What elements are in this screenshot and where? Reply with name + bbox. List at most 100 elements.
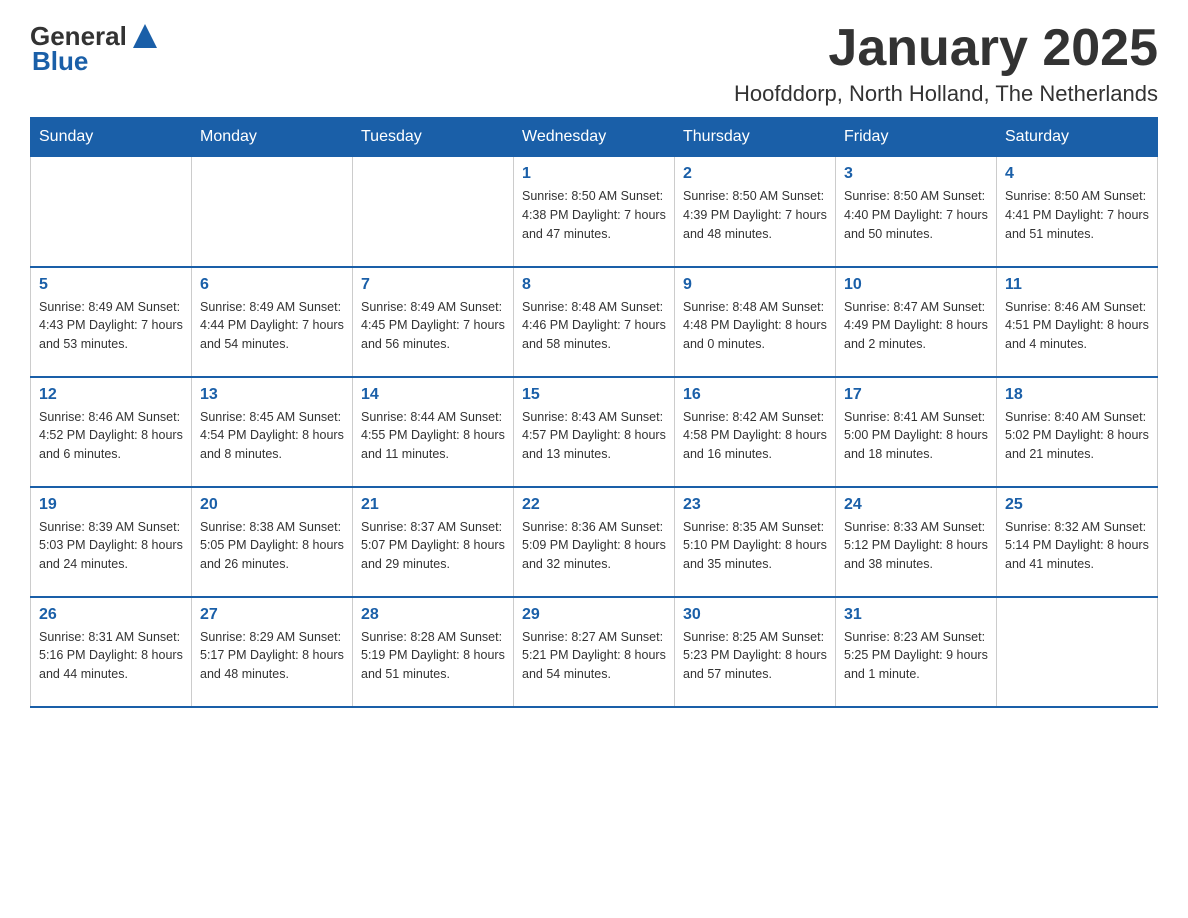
calendar-cell: 1Sunrise: 8:50 AM Sunset: 4:38 PM Daylig…	[514, 157, 675, 267]
day-info: Sunrise: 8:48 AM Sunset: 4:46 PM Dayligh…	[522, 298, 666, 354]
day-number: 10	[844, 276, 988, 294]
calendar-cell: 3 Sunrise: 8:50 AM Sunset: 4:40 PM Daylig…	[836, 157, 997, 267]
calendar-cell: 18Sunrise: 8:40 AM Sunset: 5:02 PM Dayli…	[997, 377, 1158, 487]
calendar-cell: 15Sunrise: 8:43 AM Sunset: 4:57 PM Dayli…	[514, 377, 675, 487]
day-number: 3	[844, 165, 988, 183]
day-info: Sunrise: 8:49 AM Sunset: 4:44 PM Dayligh…	[200, 298, 344, 354]
calendar-cell: 2 Sunrise: 8:50 AM Sunset: 4:39 PM Daylig…	[675, 157, 836, 267]
calendar-cell: 26 Sunrise: 8:31 AM Sunset: 5:16 PM Dayli…	[31, 597, 192, 707]
calendar-cell: 5Sunrise: 8:49 AM Sunset: 4:43 PM Daylig…	[31, 267, 192, 377]
day-info: Sunrise: 8:33 AM Sunset: 5:12 PM Dayligh…	[844, 518, 988, 574]
calendar-cell: 10Sunrise: 8:47 AM Sunset: 4:49 PM Dayli…	[836, 267, 997, 377]
logo: General Blue	[30, 20, 163, 77]
day-number: 13	[200, 386, 344, 404]
day-info: Sunrise: 8:29 AM Sunset: 5:17 PM Dayligh…	[200, 628, 344, 684]
title-section: January 2025 Hoofddorp, North Holland, T…	[734, 20, 1158, 107]
day-info: Sunrise: 8:37 AM Sunset: 5:07 PM Dayligh…	[361, 518, 505, 574]
calendar-cell: 17 Sunrise: 8:41 AM Sunset: 5:00 PM Dayli…	[836, 377, 997, 487]
calendar-cell: 20 Sunrise: 8:38 AM Sunset: 5:05 PM Dayli…	[192, 487, 353, 597]
day-info: Sunrise: 8:50 AM Sunset: 4:39 PM Dayligh…	[683, 187, 827, 243]
day-number: 25	[1005, 496, 1149, 514]
day-number: 8	[522, 276, 666, 294]
day-info: Sunrise: 8:46 AM Sunset: 4:52 PM Dayligh…	[39, 408, 183, 464]
calendar-cell	[997, 597, 1158, 707]
month-title: January 2025	[734, 20, 1158, 77]
calendar-week-row: 12 Sunrise: 8:46 AM Sunset: 4:52 PM Dayli…	[31, 377, 1158, 487]
day-number: 26	[39, 606, 183, 624]
calendar-cell: 23 Sunrise: 8:35 AM Sunset: 5:10 PM Dayli…	[675, 487, 836, 597]
calendar-cell: 4Sunrise: 8:50 AM Sunset: 4:41 PM Daylig…	[997, 157, 1158, 267]
day-number: 16	[683, 386, 827, 404]
calendar-cell: 24 Sunrise: 8:33 AM Sunset: 5:12 PM Dayli…	[836, 487, 997, 597]
day-number: 11	[1005, 276, 1149, 294]
day-info: Sunrise: 8:46 AM Sunset: 4:51 PM Dayligh…	[1005, 298, 1149, 354]
day-number: 21	[361, 496, 505, 514]
calendar-cell: 29Sunrise: 8:27 AM Sunset: 5:21 PM Dayli…	[514, 597, 675, 707]
day-info: Sunrise: 8:38 AM Sunset: 5:05 PM Dayligh…	[200, 518, 344, 574]
day-info: Sunrise: 8:42 AM Sunset: 4:58 PM Dayligh…	[683, 408, 827, 464]
calendar-cell: 22 Sunrise: 8:36 AM Sunset: 5:09 PM Dayli…	[514, 487, 675, 597]
day-info: Sunrise: 8:49 AM Sunset: 4:45 PM Dayligh…	[361, 298, 505, 354]
calendar-cell: 14 Sunrise: 8:44 AM Sunset: 4:55 PM Dayli…	[353, 377, 514, 487]
day-info: Sunrise: 8:23 AM Sunset: 5:25 PM Dayligh…	[844, 628, 988, 684]
day-info: Sunrise: 8:35 AM Sunset: 5:10 PM Dayligh…	[683, 518, 827, 574]
calendar-cell: 6 Sunrise: 8:49 AM Sunset: 4:44 PM Daylig…	[192, 267, 353, 377]
day-number: 2	[683, 165, 827, 183]
calendar-body: 1Sunrise: 8:50 AM Sunset: 4:38 PM Daylig…	[31, 157, 1158, 707]
day-number: 6	[200, 276, 344, 294]
calendar-week-row: 5Sunrise: 8:49 AM Sunset: 4:43 PM Daylig…	[31, 267, 1158, 377]
calendar-cell: 27Sunrise: 8:29 AM Sunset: 5:17 PM Dayli…	[192, 597, 353, 707]
day-number: 20	[200, 496, 344, 514]
day-info: Sunrise: 8:41 AM Sunset: 5:00 PM Dayligh…	[844, 408, 988, 464]
day-info: Sunrise: 8:25 AM Sunset: 5:23 PM Dayligh…	[683, 628, 827, 684]
day-info: Sunrise: 8:44 AM Sunset: 4:55 PM Dayligh…	[361, 408, 505, 464]
day-number: 7	[361, 276, 505, 294]
day-number: 9	[683, 276, 827, 294]
calendar-cell: 31 Sunrise: 8:23 AM Sunset: 5:25 PM Dayli…	[836, 597, 997, 707]
page-header: General Blue January 2025 Hoofddorp, Nor…	[30, 20, 1158, 107]
day-info: Sunrise: 8:49 AM Sunset: 4:43 PM Dayligh…	[39, 298, 183, 354]
day-number: 22	[522, 496, 666, 514]
calendar-cell: 9 Sunrise: 8:48 AM Sunset: 4:48 PM Daylig…	[675, 267, 836, 377]
calendar-cell: 25Sunrise: 8:32 AM Sunset: 5:14 PM Dayli…	[997, 487, 1158, 597]
location-title: Hoofddorp, North Holland, The Netherland…	[734, 81, 1158, 107]
day-number: 12	[39, 386, 183, 404]
day-number: 14	[361, 386, 505, 404]
day-number: 24	[844, 496, 988, 514]
day-info: Sunrise: 8:36 AM Sunset: 5:09 PM Dayligh…	[522, 518, 666, 574]
day-number: 30	[683, 606, 827, 624]
header-row: Sunday Monday Tuesday Wednesday Thursday…	[31, 118, 1158, 157]
calendar-cell: 19Sunrise: 8:39 AM Sunset: 5:03 PM Dayli…	[31, 487, 192, 597]
calendar-header: Sunday Monday Tuesday Wednesday Thursday…	[31, 118, 1158, 157]
day-info: Sunrise: 8:50 AM Sunset: 4:41 PM Dayligh…	[1005, 187, 1149, 243]
day-number: 19	[39, 496, 183, 514]
calendar-cell	[31, 157, 192, 267]
day-info: Sunrise: 8:43 AM Sunset: 4:57 PM Dayligh…	[522, 408, 666, 464]
day-info: Sunrise: 8:45 AM Sunset: 4:54 PM Dayligh…	[200, 408, 344, 464]
day-number: 29	[522, 606, 666, 624]
logo-triangle-icon	[129, 20, 161, 52]
day-info: Sunrise: 8:40 AM Sunset: 5:02 PM Dayligh…	[1005, 408, 1149, 464]
calendar-cell: 28Sunrise: 8:28 AM Sunset: 5:19 PM Dayli…	[353, 597, 514, 707]
day-info: Sunrise: 8:31 AM Sunset: 5:16 PM Dayligh…	[39, 628, 183, 684]
calendar-week-row: 1Sunrise: 8:50 AM Sunset: 4:38 PM Daylig…	[31, 157, 1158, 267]
header-sunday: Sunday	[31, 118, 192, 157]
header-friday: Friday	[836, 118, 997, 157]
day-info: Sunrise: 8:48 AM Sunset: 4:48 PM Dayligh…	[683, 298, 827, 354]
calendar-cell: 8 Sunrise: 8:48 AM Sunset: 4:46 PM Daylig…	[514, 267, 675, 377]
header-tuesday: Tuesday	[353, 118, 514, 157]
day-number: 17	[844, 386, 988, 404]
day-number: 31	[844, 606, 988, 624]
day-info: Sunrise: 8:50 AM Sunset: 4:38 PM Dayligh…	[522, 187, 666, 243]
calendar-cell: 21 Sunrise: 8:37 AM Sunset: 5:07 PM Dayli…	[353, 487, 514, 597]
calendar-cell: 30 Sunrise: 8:25 AM Sunset: 5:23 PM Dayli…	[675, 597, 836, 707]
calendar-cell	[192, 157, 353, 267]
calendar-week-row: 19Sunrise: 8:39 AM Sunset: 5:03 PM Dayli…	[31, 487, 1158, 597]
calendar-cell: 13 Sunrise: 8:45 AM Sunset: 4:54 PM Dayli…	[192, 377, 353, 487]
header-thursday: Thursday	[675, 118, 836, 157]
calendar-table: Sunday Monday Tuesday Wednesday Thursday…	[30, 117, 1158, 708]
day-info: Sunrise: 8:50 AM Sunset: 4:40 PM Dayligh…	[844, 187, 988, 243]
day-number: 23	[683, 496, 827, 514]
header-wednesday: Wednesday	[514, 118, 675, 157]
calendar-week-row: 26 Sunrise: 8:31 AM Sunset: 5:16 PM Dayli…	[31, 597, 1158, 707]
